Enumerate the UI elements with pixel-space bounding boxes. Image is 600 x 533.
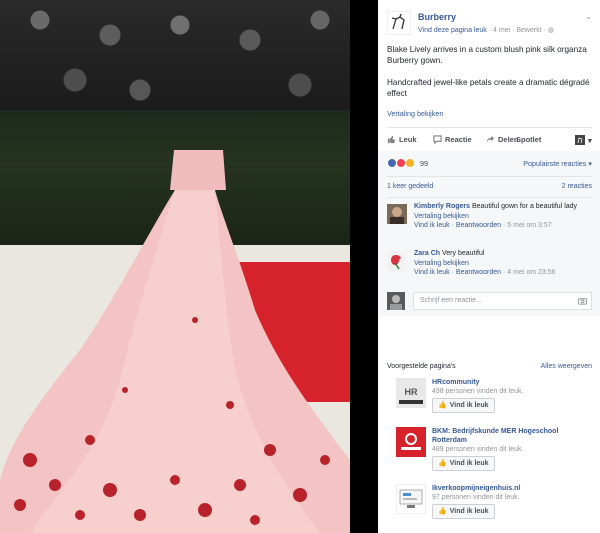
write-comment-row: Schrijf een reactie... (387, 291, 592, 313)
share-count-link[interactable]: 1 keer gedeeld (387, 183, 433, 190)
post-photo[interactable] (0, 0, 378, 533)
like-page-button[interactable]: 👍 Vind ik leuk (432, 398, 495, 413)
post-action-bar: Leuk Reactie Delen Spotlet ▾ (387, 133, 592, 147)
comment-meta: Vind ik leuk · Beantwoorden · 4 mei om 2… (414, 269, 556, 276)
page-thumbnail[interactable] (396, 484, 426, 514)
commenter-name[interactable]: Kimberly Rogers (414, 203, 470, 210)
like-page-button[interactable]: 👍 Vind ik leuk (432, 504, 495, 519)
suggested-page-item: HR HRcommunity 498 personen vinden dit l… (396, 378, 592, 418)
thumbs-up-icon (387, 135, 396, 144)
spotlet-button[interactable]: Spotlet (516, 135, 541, 144)
post-meta: Vind deze pagina leuk · 4 mei · Bewerkt … (418, 27, 554, 34)
suggested-page-count: 97 personen vinden dit leuk. (432, 494, 520, 501)
like-page-button[interactable]: 👍 Vind ik leuk (432, 456, 495, 471)
thumbs-up-icon: 👍 (438, 402, 447, 409)
page-thumbnail[interactable] (396, 427, 426, 457)
burberry-avatar-icon (575, 135, 585, 145)
suggested-pages-title: Voorgestelde pagina's (387, 363, 456, 370)
suggested-page-info: BKM: Bedrijfskunde MER Hogeschool Rotter… (432, 427, 592, 471)
post-text: Blake Lively arrives in a custom blush p… (387, 44, 592, 110)
thumbs-up-icon: 👍 (438, 460, 447, 467)
share-button[interactable]: Delen (486, 135, 518, 144)
reactions-summary: 99 Populairste reacties ▾ (387, 158, 592, 170)
suggested-page-info: HRcommunity 498 personen vinden dit leuk… (432, 378, 592, 413)
comment-input-placeholder: Schrijf een reactie... (420, 297, 482, 304)
thumbs-up-icon: 👍 (438, 508, 447, 515)
divider (387, 197, 592, 198)
pink-gown-figure (0, 150, 350, 533)
comment-count-link[interactable]: 2 reacties (562, 183, 592, 190)
post-options-chevron-icon[interactable]: ⌄ (585, 12, 592, 21)
post-header: Burberry Vind deze pagina leuk · 4 mei ·… (387, 10, 592, 40)
photo-border (350, 0, 378, 533)
divider (387, 176, 592, 177)
comment-like-link[interactable]: Vind ik leuk (414, 222, 450, 229)
page-thumbnail[interactable]: HR (396, 378, 426, 408)
post-date[interactable]: 4 mei (493, 27, 510, 34)
suggested-page-count: 498 personen vinden dit leuk. (432, 388, 524, 395)
wow-reaction-icon[interactable] (405, 158, 415, 168)
comment-body: Zara Ch Very beautiful Vertaling bekijke… (414, 249, 589, 278)
avatar[interactable] (387, 251, 407, 271)
see-translation-link[interactable]: Vertaling bekijken (387, 109, 443, 118)
like-button[interactable]: Leuk (387, 135, 417, 144)
post-text-paragraph-2: Handcrafted jewel-like petals create a d… (387, 78, 590, 98)
suggested-page-item: Ikverkoopmijneigenhuis.nl 97 personen vi… (396, 484, 592, 524)
page-name[interactable]: Burberry (418, 12, 456, 22)
comment-icon (433, 135, 442, 144)
post-side-panel: Burberry Vind deze pagina leuk · 4 mei ·… (378, 0, 600, 533)
suggested-page-item: BKM: Bedrijfskunde MER Hogeschool Rotter… (396, 427, 592, 471)
comment-reply-link[interactable]: Beantwoorden (456, 269, 501, 276)
suggested-page-count: 489 personen vinden dit leuk. (432, 446, 524, 453)
comment-text: Very beautiful (440, 250, 485, 257)
suggested-page-name[interactable]: Ikverkoopmijneigenhuis.nl (432, 484, 592, 493)
comment-body: Kimberly Rogers Beautiful gown for a bea… (414, 202, 589, 231)
top-comments-dropdown[interactable]: Populairste reacties ▾ (523, 159, 592, 168)
comment-text: Beautiful gown for a beautiful lady (470, 203, 578, 210)
camera-icon[interactable] (578, 297, 587, 305)
see-translation-link[interactable]: Vertaling bekijken (414, 259, 589, 269)
avatar[interactable] (387, 204, 407, 224)
burberry-logo-icon[interactable] (387, 11, 411, 35)
comment-meta: Vind ik leuk · Beantwoorden · 5 mei om 3… (414, 222, 552, 229)
see-translation-link[interactable]: Vertaling bekijken (414, 212, 589, 222)
comment-time[interactable]: 4 mei om 23:56 (507, 269, 555, 276)
comment-like-link[interactable]: Vind ik leuk (414, 269, 450, 276)
svg-text:HR: HR (405, 387, 418, 397)
divider (387, 127, 592, 128)
reaction-count[interactable]: 99 (420, 159, 428, 168)
comment-time[interactable]: 5 mei om 3:57 (507, 222, 551, 229)
globe-icon: ◍ (547, 27, 554, 34)
edited-label[interactable]: Bewerkt (516, 27, 541, 34)
page-avatar-dropdown[interactable]: ▾ (575, 135, 592, 145)
share-arrow-icon (486, 135, 495, 143)
see-all-link[interactable]: Alles weergeven (541, 363, 592, 370)
commenter-name[interactable]: Zara Ch (414, 250, 440, 257)
comment-button[interactable]: Reactie (433, 135, 472, 144)
comment-reply-link[interactable]: Beantwoorden (456, 222, 501, 229)
current-user-avatar (387, 292, 405, 310)
suggested-page-info: Ikverkoopmijneigenhuis.nl 97 personen vi… (432, 484, 592, 519)
photographers-background (0, 0, 378, 118)
suggested-page-name[interactable]: BKM: Bedrijfskunde MER Hogeschool Rotter… (432, 427, 592, 445)
comment-input[interactable]: Schrijf een reactie... (413, 292, 592, 310)
chevron-down-icon: ▾ (588, 135, 592, 145)
post-text-paragraph-1: Blake Lively arrives in a custom blush p… (387, 45, 587, 65)
suggested-page-name[interactable]: HRcommunity (432, 378, 592, 387)
like-page-link[interactable]: Vind deze pagina leuk (418, 27, 487, 34)
